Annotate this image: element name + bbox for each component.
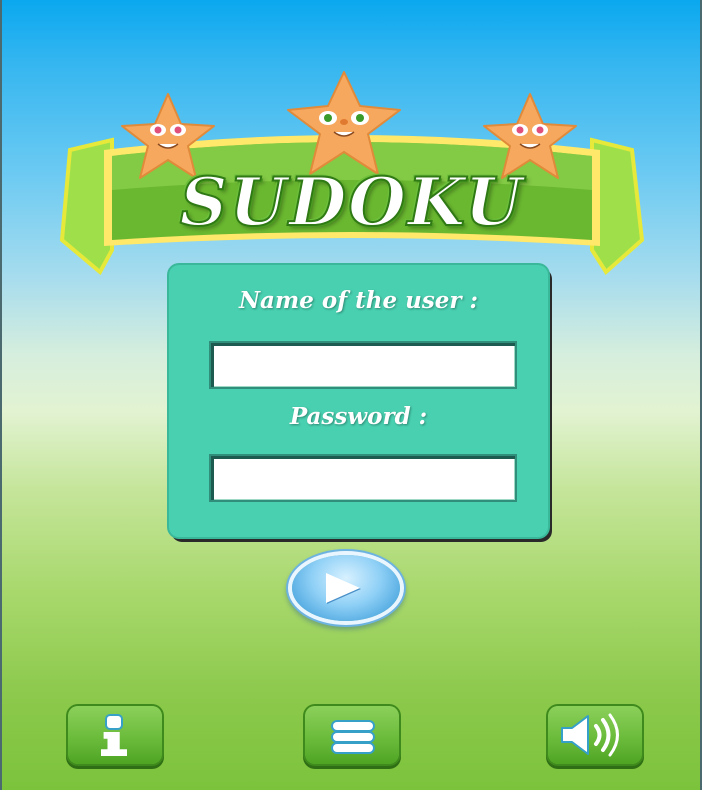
login-panel: Name of the user : Password : (169, 265, 548, 537)
logo-artwork (59, 71, 645, 276)
info-icon (107, 716, 121, 728)
sound-button[interactable] (548, 706, 642, 764)
menu-button[interactable] (305, 706, 399, 764)
menu-icon-bar (333, 733, 373, 741)
info-icon-stem (101, 732, 127, 756)
password-label: Password : (289, 403, 428, 430)
username-label: Name of the user : (238, 287, 479, 314)
password-input[interactable] (211, 456, 515, 500)
play-icon (326, 573, 360, 603)
info-button[interactable] (68, 706, 162, 764)
menu-icon (333, 722, 373, 730)
sudoku-logo: SUDOKU (0, 0, 702, 300)
menu-icon-bar (333, 744, 373, 752)
logo-title: SUDOKU (179, 162, 525, 242)
speaker-icon (561, 713, 619, 757)
username-input[interactable] (211, 343, 515, 387)
play-button[interactable] (292, 555, 400, 621)
